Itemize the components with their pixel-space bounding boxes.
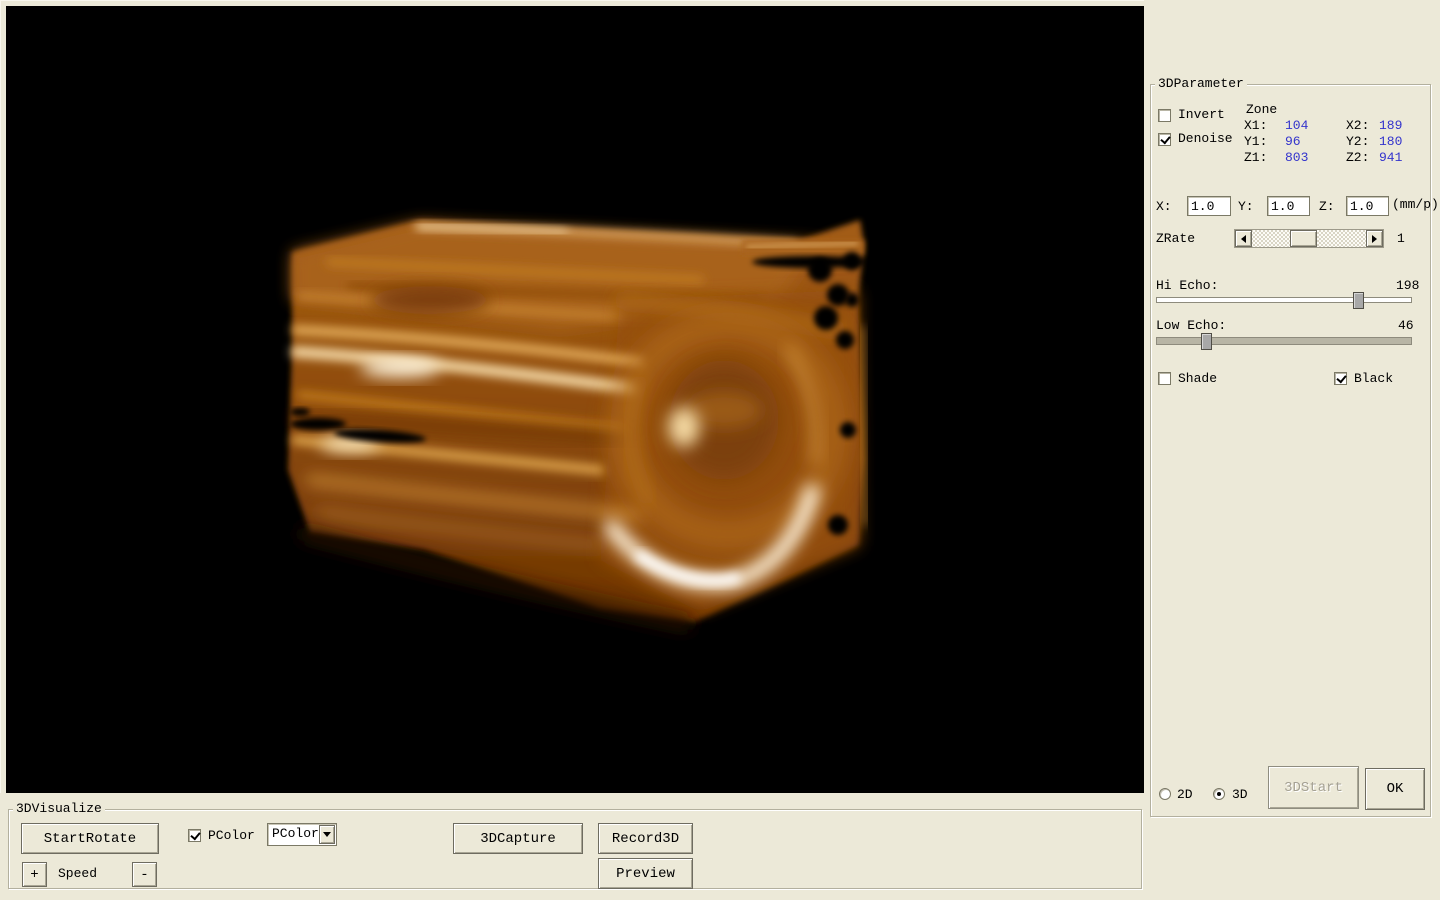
3dparameter-group: 3DParameter Invert Denoise Zone X1: 104 … [1150,84,1431,817]
render-viewport[interactable] [6,6,1144,793]
mode-2d-label: 2D [1177,787,1193,802]
zone-z1-value: 803 [1285,150,1308,165]
dropdown-arrow-icon[interactable] [319,825,335,844]
shade-checkbox[interactable] [1158,372,1171,385]
invert-checkbox[interactable] [1158,109,1171,122]
pcolor-checkbox[interactable] [188,829,201,842]
pcolor-combobox-value: PColor [272,826,319,841]
speed-plus-button[interactable]: + [22,862,47,887]
speed-minus-button[interactable]: - [132,862,157,887]
black-label: Black [1354,371,1393,386]
scale-unit-label: (mm/p) [1392,197,1439,212]
low-echo-label: Low Echo: [1156,318,1226,333]
hi-echo-slider-thumb[interactable] [1353,292,1364,309]
3dparameter-group-title: 3DParameter [1155,77,1247,91]
zone-x2-value: 189 [1379,118,1402,133]
speed-label: Speed [58,866,97,881]
zrate-right-arrow-icon[interactable] [1366,230,1383,247]
zone-title: Zone [1246,102,1277,117]
denoise-checkbox[interactable] [1158,133,1171,146]
hi-echo-slider-track[interactable] [1156,297,1412,303]
record3d-button[interactable]: Record3D [598,823,693,854]
ok-button[interactable]: OK [1365,768,1425,810]
mode-3d-radio[interactable] [1213,788,1225,800]
zone-x1-value: 104 [1285,118,1308,133]
zone-z2-value: 941 [1379,150,1402,165]
low-echo-value: 46 [1398,318,1414,333]
zone-z2-label: Z2: [1346,150,1369,165]
zone-y2-value: 180 [1379,134,1402,149]
zrate-scrollbar-thumb[interactable] [1290,230,1317,247]
pcolor-label: PColor [208,828,255,843]
scale-z-input[interactable] [1346,196,1389,216]
zone-y1-label: Y1: [1244,134,1267,149]
scale-y-label: Y: [1238,199,1254,214]
denoise-label: Denoise [1178,131,1233,146]
zone-y1-value: 96 [1285,134,1301,149]
start-rotate-button[interactable]: StartRotate [21,823,159,854]
zone-y2-label: Y2: [1346,134,1369,149]
scale-y-input[interactable] [1267,196,1310,216]
low-echo-slider-thumb[interactable] [1201,333,1212,350]
volume-render-3d [6,6,1144,793]
mode-2d-radio[interactable] [1159,788,1171,800]
scale-z-label: Z: [1319,199,1335,214]
scale-x-label: X: [1156,199,1172,214]
scale-x-input[interactable] [1187,196,1231,216]
zone-z1-label: Z1: [1244,150,1267,165]
visualize-panel: 3DVisualize StartRotate + Speed - PColor… [0,793,1144,900]
shade-label: Shade [1178,371,1217,386]
zrate-scrollbar[interactable] [1234,229,1384,248]
hi-echo-value: 198 [1396,278,1419,293]
3dvisualize-group: 3DVisualize StartRotate + Speed - PColor… [8,809,1142,889]
hi-echo-label: Hi Echo: [1156,278,1218,293]
zrate-label: ZRate [1156,231,1195,246]
zrate-value: 1 [1397,231,1405,246]
application-window: 3DParameter Invert Denoise Zone X1: 104 … [0,0,1440,900]
mode-3d-label: 3D [1232,787,1248,802]
black-checkbox[interactable] [1334,372,1347,385]
zone-x1-label: X1: [1244,118,1267,133]
invert-label: Invert [1178,107,1225,122]
parameter-panel: 3DParameter Invert Denoise Zone X1: 104 … [1144,0,1440,900]
zone-x2-label: X2: [1346,118,1369,133]
3dvisualize-group-title: 3DVisualize [13,802,105,816]
3dstart-button[interactable]: 3DStart [1268,766,1359,809]
pcolor-combobox[interactable]: PColor [267,823,337,846]
low-echo-slider-track[interactable] [1156,337,1412,345]
preview-button[interactable]: Preview [598,858,693,889]
zrate-left-arrow-icon[interactable] [1235,230,1252,247]
3dcapture-button[interactable]: 3DCapture [453,823,583,854]
